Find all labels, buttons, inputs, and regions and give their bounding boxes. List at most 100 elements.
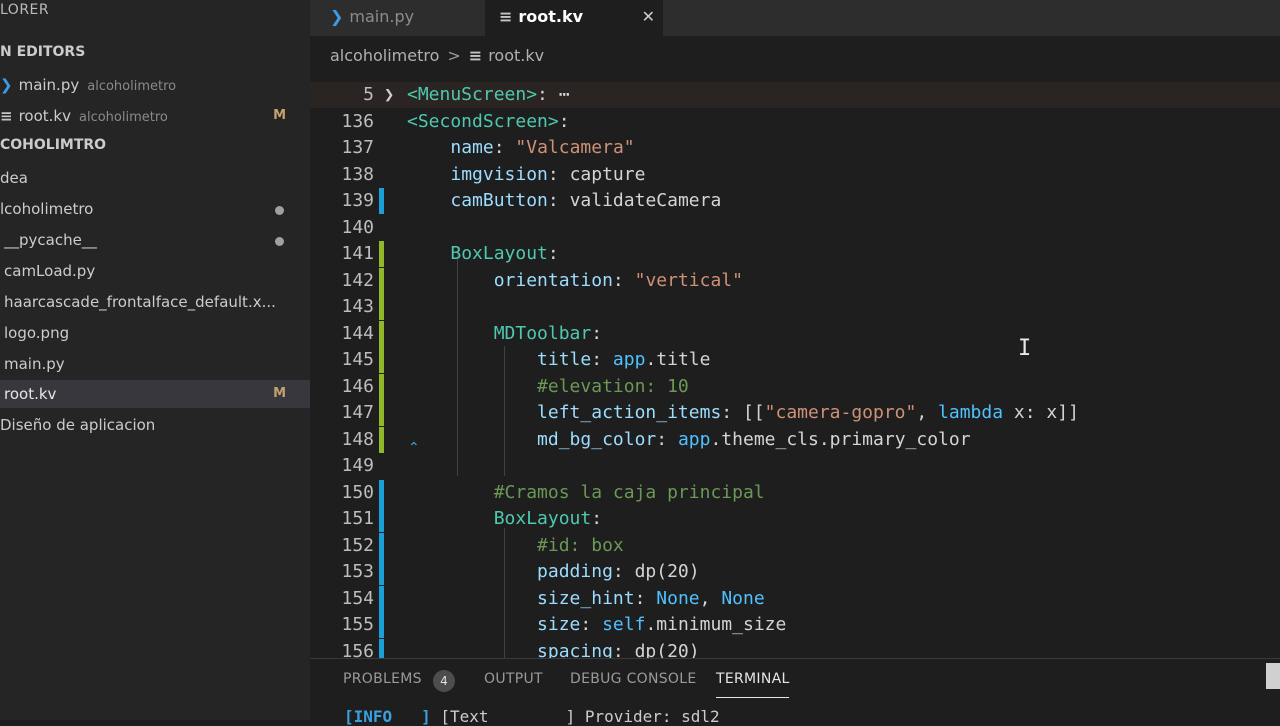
- explorer-sidebar: LORER N EDITORS ❯ main.py alcoholimetro ≡ r…: [0, 0, 310, 720]
- line-number: 137: [341, 137, 374, 158]
- code-token: : dp(20): [612, 640, 700, 659]
- code-line[interactable]: 147 left_action_items: [["camera-gopro",…: [310, 400, 1280, 426]
- code-line[interactable]: 138 imgvision: capture: [310, 162, 1280, 188]
- code-token: BoxLayout: [493, 508, 592, 529]
- code-line[interactable]: 150 #Cramos la caja principal: [310, 479, 1280, 506]
- open-editor-main-py[interactable]: ❯ main.py alcoholimetro: [0, 71, 310, 99]
- tree-item-idea[interactable]: dea: [0, 164, 310, 192]
- tab-problems[interactable]: PROBLEMS: [343, 671, 422, 687]
- code-token: BoxLayout: [450, 243, 548, 264]
- code-line[interactable]: 142 orientation: "vertical": [310, 267, 1280, 294]
- code-line[interactable]: 154 size_hint: None, None: [310, 585, 1280, 612]
- code-text: #Cramos la caja principal: [407, 480, 765, 506]
- tree-item-logo[interactable]: logo.png: [0, 319, 310, 347]
- git-change-marker[interactable]: [379, 294, 384, 320]
- panel-scrollbar[interactable]: [1266, 663, 1280, 689]
- problems-count-badge: 4: [433, 670, 455, 692]
- code-token: ,: [699, 587, 722, 609]
- code-line[interactable]: 139 camButton: validateCamera: [310, 188, 1280, 214]
- git-change-marker[interactable]: [379, 532, 384, 559]
- code-token: title: [537, 349, 592, 370]
- code-line[interactable]: 141 BoxLayout:: [310, 241, 1280, 267]
- code-line[interactable]: 140: [310, 215, 1280, 241]
- tab-main-py[interactable]: ❯ main.py: [316, 0, 484, 36]
- tree-item-diseno[interactable]: Diseño de aplicacion: [0, 411, 310, 439]
- fold-chevron-icon[interactable]: ❯: [384, 82, 394, 108]
- git-change-marker[interactable]: [379, 479, 384, 506]
- code-line[interactable]: 144 MDToolbar:: [310, 320, 1280, 347]
- tree-item-label: camLoad.py: [4, 262, 96, 280]
- git-change-marker[interactable]: [379, 241, 384, 267]
- open-editor-root-kv[interactable]: ≡ root.kv alcoholimetro M: [0, 102, 310, 130]
- code-line[interactable]: 151 BoxLayout:: [310, 506, 1280, 532]
- code-line[interactable]: 152 #id: box: [310, 532, 1280, 559]
- line-number: 156: [341, 640, 374, 659]
- code-token: imgvision: [450, 163, 548, 185]
- code-token: orientation: [493, 269, 613, 291]
- git-change-marker[interactable]: [379, 373, 384, 400]
- code-line[interactable]: 145 title: app.title: [310, 347, 1280, 373]
- project-header[interactable]: COHOLIMTRO: [0, 137, 106, 153]
- breadcrumb-folder[interactable]: alcoholimetro: [330, 46, 439, 65]
- tree-item-label: main.py: [4, 355, 65, 373]
- code-line[interactable]: 155 size: self.minimum_size: [310, 612, 1280, 638]
- code-token: self: [602, 614, 646, 635]
- code-line[interactable]: 156 spacing: dp(20): [310, 638, 1280, 659]
- tree-item-alcoholimetro[interactable]: lcoholimetro: [0, 195, 310, 223]
- git-change-marker[interactable]: [379, 612, 384, 638]
- code-line[interactable]: 143: [310, 294, 1280, 320]
- close-icon[interactable]: ✕: [642, 0, 655, 34]
- tree-item-haarcascade[interactable]: haarcascade_frontalface_default.x...: [0, 288, 310, 316]
- code-text: name: "Valcamera": [407, 135, 634, 161]
- bottom-panel: PROBLEMS 4 OUTPUT DEBUG CONSOLE TERMINAL…: [310, 658, 1280, 726]
- code-token: : validateCamera: [547, 190, 722, 211]
- tab-terminal[interactable]: TERMINAL: [716, 671, 790, 687]
- tree-item-camload[interactable]: camLoad.py: [0, 257, 310, 285]
- git-change-marker[interactable]: [379, 347, 384, 373]
- kv-file-icon: ≡: [0, 107, 13, 125]
- open-editors-header[interactable]: N EDITORS: [0, 44, 85, 60]
- code-token: lambda: [938, 402, 1004, 423]
- line-number: 142: [341, 269, 374, 291]
- python-file-icon: ❯: [0, 76, 13, 94]
- code-editor[interactable]: 5 ❯ <MenuScreen>: ⋯ 136 <SecondScreen>: 137 n…: [310, 76, 1280, 658]
- git-change-marker[interactable]: [379, 638, 384, 658]
- terminal-output[interactable]: [INFO ] [Text ] Provider: sdl2: [344, 707, 720, 726]
- git-change-marker[interactable]: [379, 559, 384, 585]
- tab-root-kv[interactable]: ≡ root.kv ✕: [485, 0, 663, 36]
- code-token: : dp(20): [612, 561, 700, 582]
- code-line[interactable]: 153 padding: dp(20): [310, 559, 1280, 585]
- tree-item-label: lcoholimetro: [0, 200, 94, 218]
- git-change-marker[interactable]: [379, 267, 384, 294]
- git-change-marker[interactable]: [379, 188, 384, 214]
- python-file-icon: ❯: [330, 7, 344, 26]
- git-change-marker[interactable]: [379, 426, 384, 453]
- code-line[interactable]: 136 <SecondScreen>:: [310, 109, 1280, 135]
- code-line[interactable]: 146 #elevation: 10: [310, 373, 1280, 400]
- tab-output[interactable]: OUTPUT: [484, 671, 543, 687]
- open-editor-description: alcoholimetro: [78, 110, 168, 125]
- code-line[interactable]: 5 ❯ <MenuScreen>: ⋯: [310, 82, 1280, 108]
- code-line[interactable]: 148 md_bg_color: app.theme_cls.primary_c…: [310, 426, 1280, 453]
- tab-debug-console[interactable]: DEBUG CONSOLE: [570, 671, 697, 687]
- tree-item-root-kv[interactable]: root.kv M: [0, 380, 310, 408]
- line-number: 144: [341, 322, 374, 344]
- tree-item-label: logo.png: [4, 324, 70, 342]
- code-line[interactable]: 149: [310, 453, 1280, 479]
- breadcrumb-file[interactable]: root.kv: [488, 46, 544, 65]
- line-number: 138: [341, 163, 374, 185]
- code-token: :: [493, 137, 516, 158]
- git-change-marker[interactable]: [379, 400, 384, 426]
- code-line[interactable]: 137 name: "Valcamera": [310, 135, 1280, 161]
- git-change-marker[interactable]: [379, 320, 384, 347]
- line-number: 152: [341, 534, 374, 556]
- tree-item-pycache[interactable]: __pycache__: [0, 226, 310, 254]
- line-number: 141: [341, 243, 374, 264]
- git-change-marker[interactable]: [379, 506, 384, 532]
- git-change-marker[interactable]: [379, 585, 384, 612]
- tree-item-main-py[interactable]: main.py: [0, 350, 310, 378]
